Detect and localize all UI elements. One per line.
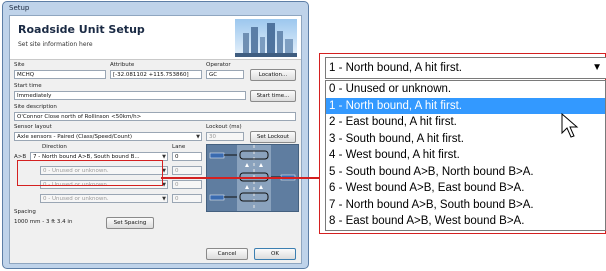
sensor-layout-label: Sensor layout	[14, 124, 52, 130]
direction-select-4[interactable]: 0 - Unused or unknown. ▼	[40, 194, 168, 203]
setup-window: Setup Roadside Unit Setup Set site infor…	[2, 1, 309, 269]
dropdown-option[interactable]: 1 - North bound, A hit first.	[326, 97, 605, 114]
dropdown-option[interactable]: 5 - South bound A>B, North bound B>A.	[326, 164, 605, 181]
dropdown-selected-value: 1 - North bound, A hit first.	[329, 62, 462, 74]
set-lockout-button[interactable]: Set Lockout	[250, 131, 296, 143]
callout-connector	[161, 177, 319, 179]
direction-dropdown-list: 0 - Unused or unknown. 1 - North bound, …	[325, 80, 606, 231]
spacing-label: Spacing	[14, 209, 36, 215]
chevron-down-icon: ▼	[196, 134, 200, 140]
sensor-layout-select[interactable]: Axle sensors - Paired (Class/Speed/Count…	[14, 132, 202, 141]
site-field[interactable]: MCHQ	[14, 70, 106, 79]
direction-label: Direction	[42, 144, 67, 150]
lane-field-1[interactable]: 0	[172, 152, 202, 161]
set-spacing-button[interactable]: Set Spacing	[106, 217, 154, 229]
mouse-cursor-icon	[561, 113, 579, 138]
site-label: Site	[14, 62, 25, 68]
attribute-field[interactable]: [-32.081102 +115.753860]	[110, 70, 202, 79]
cancel-button[interactable]: Cancel	[206, 248, 248, 260]
dropdown-option[interactable]: 8 - East bound A>B, West bound B>A.	[326, 213, 605, 230]
chevron-down-icon: ▼	[592, 62, 602, 73]
lockout-label: Lockout (ms)	[206, 124, 242, 130]
site-description-field[interactable]: O'Connor Close north of Rollinson <50km/…	[14, 112, 296, 121]
spacing-value: 1000 mm - 3 ft 3.4 in	[14, 219, 73, 225]
dropdown-option[interactable]: 0 - Unused or unknown.	[326, 81, 605, 98]
dropdown-option[interactable]: 7 - North bound A>B, South bound B>A.	[326, 197, 605, 214]
header-banner: Roadside Unit Setup Set site information…	[10, 16, 301, 60]
operator-field[interactable]: GC	[206, 70, 244, 79]
page-subtitle: Set site information here	[18, 41, 93, 48]
operator-label: Operator	[206, 62, 231, 68]
location-button[interactable]: Location...	[250, 69, 296, 81]
sensor-layout-value: Axle sensors - Paired (Class/Speed/Count…	[17, 134, 133, 140]
direction-highlight	[17, 160, 163, 186]
direction-dropdown[interactable]: 1 - North bound, A hit first. ▼	[325, 57, 606, 79]
dropdown-option[interactable]: 6 - West bound A>B, East bound B>A.	[326, 180, 605, 197]
lockout-field[interactable]: 30	[206, 132, 244, 141]
lane-label: Lane	[172, 144, 186, 150]
dropdown-option[interactable]: 4 - West bound, A hit first.	[326, 147, 605, 164]
start-time-field[interactable]: Immediately	[14, 91, 246, 100]
start-time-label: Start time	[14, 83, 42, 89]
direction-value: 0 - Unused or unknown.	[43, 196, 109, 202]
start-time-button[interactable]: Start time...	[250, 90, 296, 102]
site-description-label: Site description	[14, 104, 57, 110]
city-skyline-image	[235, 19, 297, 57]
page-title: Roadside Unit Setup	[18, 23, 145, 36]
dialog-panel: Roadside Unit Setup Set site information…	[9, 15, 302, 264]
window-title: Setup	[9, 4, 30, 12]
attribute-label: Attribute	[110, 62, 135, 68]
lane-field-2[interactable]: 0	[172, 166, 202, 175]
lane-field-3[interactable]: 0	[172, 180, 202, 189]
lane-field-4[interactable]: 0	[172, 194, 202, 203]
ok-button[interactable]: OK	[254, 248, 296, 260]
chevron-down-icon: ▼	[162, 196, 166, 202]
